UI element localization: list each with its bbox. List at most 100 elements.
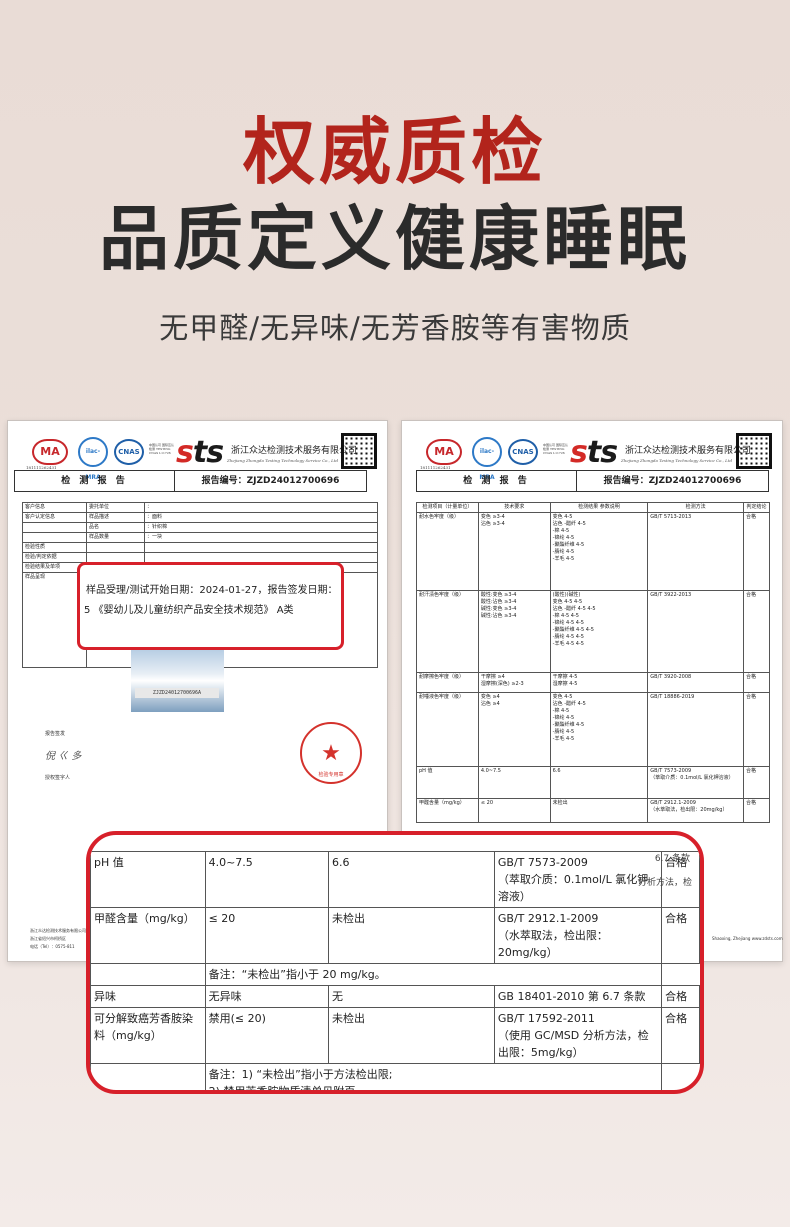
qr-code-icon xyxy=(341,433,377,469)
cell-method: GB/T 7573-2009 （萃取介质：0.1mol/L 氯化钾溶液） xyxy=(647,766,745,799)
report-title-right: 检 测 报 告 xyxy=(417,471,577,491)
row-value: ：面料 xyxy=(144,512,378,523)
table-row: 异味 无异味无 GB 18401-2010 第 6.7 条款 合格 xyxy=(90,985,700,1008)
cell-method: GB/T 5713-2013 xyxy=(647,512,745,591)
cell-item: 甲醛含量（mg/kg） xyxy=(90,907,206,964)
row-key: 委托单位 xyxy=(86,502,145,513)
table-row: 甲醛含量（mg/kg） ≤ 20 未检出 GB/T 2912.1-2009 （水萃取法… xyxy=(90,907,700,964)
cell-item: pH 值 xyxy=(90,851,206,908)
cell-result: 6.6 xyxy=(328,851,495,908)
company-name: 浙江众达检测技术服务有限公司 xyxy=(231,446,358,456)
spacer-cell xyxy=(662,1064,700,1091)
cell-method: GB/T 18886-2019 xyxy=(647,692,745,767)
behind-fragment-2: 分析方法，检 xyxy=(637,878,692,888)
row-key xyxy=(86,542,145,553)
cell-method: GB/T 3922-2013 xyxy=(647,590,745,673)
cell-req: 干摩擦 ≥4 湿摩擦(深色) ≥2-3 xyxy=(477,672,551,693)
logo-row-right: MA 181111262431 ilac-MRA CNAS 中国认可 国际互认 … xyxy=(402,421,782,481)
cell-verdict: 合格 xyxy=(743,798,770,823)
cell-verdict: 合格 xyxy=(743,766,770,799)
cell-verdict: 合格 xyxy=(661,907,700,964)
qr-code-icon-right xyxy=(736,433,772,469)
cell-result: 变色 4-5 沾色 -醋纤 4-5 -棉 4-5 -锦纶 4-5 -聚酯纤维 4… xyxy=(549,512,649,591)
table-row: 耐摩擦色牢度（级） 干摩擦 ≥4 湿摩擦(深色) ≥2-3 干摩擦 4-5 湿摩擦 … xyxy=(416,672,770,693)
table-row: 客户认定信息 样品描述 ：面料 xyxy=(22,512,378,523)
ilac-logo-right: ilac-MRA xyxy=(472,437,502,481)
left-footer-1: 浙江众达检测技术服务有限公司 xyxy=(30,928,86,933)
test-results-table: 检测项目（计量单位） 技术要求 检测结果 参数说明 检测方法 判定结论 耐水色牢度（级）… xyxy=(416,502,770,823)
cell-result: 未检出 xyxy=(328,907,495,964)
company-name-right: 浙江众达检测技术服务有限公司 xyxy=(625,446,752,456)
row-key: 品名 xyxy=(86,522,145,533)
table-row: 耐汗渍色牢度（级） 酸性:变色 ≥3-4 酸性:沾色 ≥3-4 碱性:变色 ≥3-… xyxy=(416,590,770,673)
cnas-logo: CNAS xyxy=(114,439,144,465)
row-value: ：针织棉 xyxy=(144,522,378,533)
ma-logo-right: MA xyxy=(426,439,462,465)
standard-line: 5 《婴幼儿及儿童纺织产品安全技术规范》 A类 xyxy=(84,605,294,616)
report-title-bar-right: 检 测 报 告 报告编号：ZJZD24012700696 xyxy=(416,470,769,492)
dates-line: 样品受理/测试开始日期：2024-01-27，报告签发日期： xyxy=(86,585,338,596)
sts-logo-right: sts xyxy=(570,435,618,470)
cell-req: 4.0~7.5 xyxy=(477,766,551,799)
sts-logo: sts xyxy=(176,435,224,470)
hero-subtitle: 品质定义健康睡眠 xyxy=(99,198,691,280)
cell-method: GB/T 17592-2011 （使用 GC/MSD 分析方法，检出限：5mg/… xyxy=(493,1007,663,1064)
cell-verdict: 合格 xyxy=(743,692,770,767)
company-name-en-right: Zhejiang Zhongda Testing Technology Serv… xyxy=(621,458,733,463)
table-row: 检验性质 xyxy=(22,542,378,553)
sts-logo-rest: ts xyxy=(192,435,224,470)
cell-item: 耐水色牢度（级） xyxy=(416,512,479,591)
row-label xyxy=(22,532,87,543)
spacer-cell xyxy=(662,964,700,986)
row-key: 样品数量 xyxy=(86,532,145,543)
sig-authorized-label: 授权签字人 xyxy=(45,775,71,781)
sample-photo xyxy=(131,642,224,712)
report-number-right: 报告编号：ZJZD24012700696 xyxy=(603,476,742,486)
cell-req: 4.0~7.5 xyxy=(204,851,330,908)
table-row: 客户信息 委托单位： xyxy=(22,502,378,513)
right-footer: Shaoxing, Zhejiang www.zdsts.com xyxy=(712,936,783,941)
table-row: pH 值 4.0~7.5 6.6 GB/T 7573-2009 （萃取介质：0.1mo… xyxy=(416,766,770,799)
row-value: ： xyxy=(144,502,378,513)
cell-req: ≤ 20 xyxy=(477,798,551,823)
cell-verdict: 合格 xyxy=(661,985,700,1008)
cell-method: GB 18401-2010 第 6.7 条款 xyxy=(493,985,663,1008)
seal-label: 检验专用章 xyxy=(318,772,344,778)
row-key: 样品描述 xyxy=(86,512,145,523)
note-row: 备注：“未检出”指小于 20 mg/kg。 xyxy=(90,963,700,986)
cell-verdict: 合格 xyxy=(743,590,770,673)
cell-method: GB/T 2912.1-2009 （水萃取法，检出限：20mg/kg） xyxy=(647,798,745,823)
cell-item: 异味 xyxy=(90,985,206,1008)
note-text: 备注：1) “未检出”指小于方法检出限; 2) 禁用芳香胺物质清单见附页。 xyxy=(204,1063,663,1090)
row-key xyxy=(86,552,145,563)
spacer-cell xyxy=(90,1063,206,1090)
row-label: 客户认定信息 xyxy=(22,512,87,523)
cell-item: 甲醛含量（mg/kg） xyxy=(416,798,479,823)
report-title: 检 测 报 告 xyxy=(15,471,175,491)
official-seal: ★ 检验专用章 xyxy=(300,722,362,784)
cell-req: ≤ 20 xyxy=(204,907,330,964)
cell-req: 无异味 xyxy=(204,985,330,1008)
table-row: 耐唾液色牢度（级） 变色 ≥4 沾色 ≥4 变色 4-5 沾色 -醋纤 4-5 -棉… xyxy=(416,692,770,767)
table-row: 耐水色牢度（级） 变色 ≥3-4 沾色 ≥3-4 变色 4-5 沾色 -醋纤 4-5… xyxy=(416,512,770,591)
ilac-logo: ilac-MRA xyxy=(78,437,108,481)
note-row: 备注：1) “未检出”指小于方法检出限; 2) 禁用芳香胺物质清单见附页。 xyxy=(90,1063,700,1091)
cell-verdict: 合格 xyxy=(743,672,770,693)
cell-item: 耐汗渍色牢度（级） xyxy=(416,590,479,673)
cnas-logo-right: CNAS xyxy=(508,439,538,465)
cell-result: 干摩擦 4-5 湿摩擦 4-5 xyxy=(549,672,649,693)
cell-item: 耐唾液色牢度（级） xyxy=(416,692,479,767)
hero-caption: 无甲醛/无异味/无芳香胺等有害物质 xyxy=(159,311,631,345)
cell-req: 变色 ≥4 沾色 ≥4 xyxy=(477,692,551,767)
left-footer-3: 电话（Tel）：0575-811 xyxy=(30,944,75,949)
column-header: 检测结果 参数说明 xyxy=(549,502,649,513)
row-value xyxy=(144,552,378,563)
zoomed-results-callout: pH 值 4.0~7.5 6.6 GB/T 7573-2009 （萃取介质：0.1mo… xyxy=(86,831,704,1094)
cell-req: 酸性:变色 ≥3-4 酸性:沾色 ≥3-4 碱性:变色 ≥3-4 碱性:沾色 ≥… xyxy=(477,590,551,673)
column-header: 技术要求 xyxy=(477,502,551,513)
column-header: 检测方法 xyxy=(647,502,745,513)
cnas-text-right: 中国认可 国际互认 检测 TESTING CNAS L11726 xyxy=(543,443,568,455)
cell-result: 未检出 xyxy=(549,798,649,823)
logo-row: MA 181111262431 ilac-MRA CNAS 中国认可 国际互认 … xyxy=(8,421,387,481)
sample-photo-label: ZJZD24012700696A xyxy=(135,688,219,698)
